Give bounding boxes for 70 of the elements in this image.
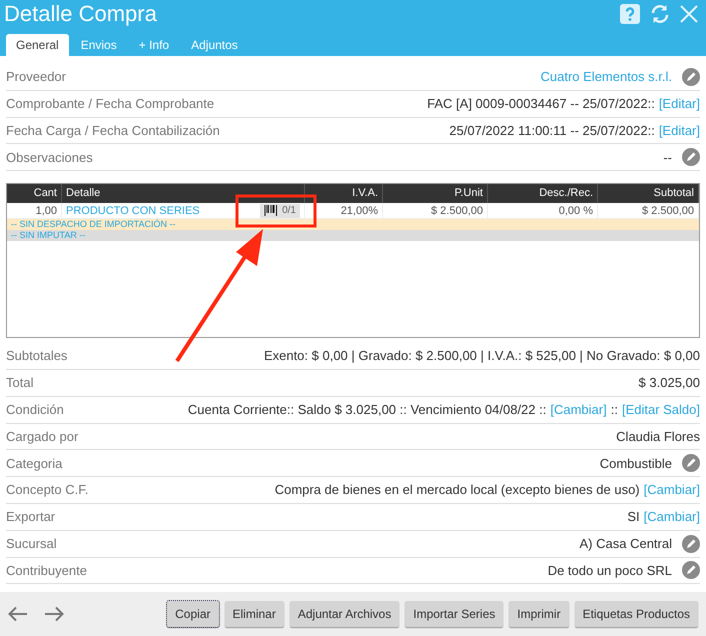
column-header: P.Unit	[383, 184, 488, 204]
column-header: Desc./Rec.	[488, 184, 598, 204]
field-label: Observaciones	[6, 148, 93, 167]
action-button[interactable]: Etiquetas Productos	[574, 601, 698, 627]
field-label: Comprobante / Fecha Comprobante	[6, 94, 214, 113]
field-label: Exportar	[6, 508, 56, 526]
note-row: -- SIN DESPACHO DE IMPORTACIÓN --	[7, 219, 699, 230]
edit-pencil-icon[interactable]	[682, 454, 700, 472]
product-link[interactable]: PRODUCTO CON SERIES	[66, 202, 200, 219]
action-button[interactable]: Imprimir	[509, 601, 569, 627]
field-value: SI	[627, 508, 640, 526]
field-link[interactable]: [Editar]	[658, 120, 700, 140]
field-value: Claudia Flores	[616, 428, 700, 446]
field-value: --	[663, 148, 672, 167]
field-value: Combustible	[600, 454, 672, 473]
table-cell: $ 2.500,00	[383, 203, 488, 218]
table-cell: 0,00 %	[488, 203, 598, 218]
edit-pencil-icon[interactable]	[682, 534, 700, 553]
column-header: Subtotal	[598, 184, 699, 204]
field-label: Fecha Carga / Fecha Contabilización	[6, 122, 220, 140]
field-value: $ 3.025,00	[638, 374, 700, 392]
field-label: Cargado por	[6, 428, 78, 446]
help-icon[interactable]	[620, 4, 640, 24]
field-value: Cuenta Corriente:: Saldo $ 3.025,00 :: Vencimiento 04/08/22 ::	[188, 400, 546, 419]
table-cell: 21,00%	[305, 203, 383, 218]
forward-arrow-icon[interactable]	[44, 606, 64, 622]
field-label: Condición	[6, 400, 64, 419]
note-row: -- SIN IMPUTAR --	[7, 230, 699, 242]
back-arrow-icon[interactable]	[8, 606, 28, 622]
field-value: A) Casa Central	[580, 534, 672, 553]
field-label: Categoria	[6, 454, 62, 473]
action-button[interactable]: Importar Series	[405, 601, 504, 627]
action-button[interactable]: Adjuntar Archivos	[290, 601, 400, 627]
field-link[interactable]: [Editar]	[658, 94, 700, 114]
action-button[interactable]: Eliminar	[224, 601, 284, 627]
field-label: Contribuyente	[6, 562, 87, 580]
column-header: Cant	[7, 184, 62, 204]
barcode-icon	[264, 205, 278, 216]
field-link[interactable]: [Cambiar]	[644, 507, 700, 527]
field-value: De todo un poco SRL	[548, 562, 672, 580]
table-cell: 1,00	[7, 203, 62, 218]
action-button[interactable]: Copiar	[167, 601, 218, 627]
field-value: Exento: $ 0,00 | Gravado: $ 2.500,00 | I.V.A.: $ 525,00 | No Gravado: $ 0,00	[264, 347, 700, 366]
field-label: Sucursal	[6, 534, 57, 553]
column-header: I.V.A.	[305, 184, 383, 204]
window-title: Detalle Compra	[4, 3, 157, 25]
refresh-icon[interactable]	[650, 4, 670, 24]
field-link[interactable]: [Cambiar]	[550, 400, 607, 420]
field-link[interactable]: [Editar Saldo]	[622, 400, 700, 420]
tab[interactable]: General	[6, 34, 69, 56]
edit-pencil-icon[interactable]	[682, 68, 700, 86]
field-value: ::	[610, 400, 618, 419]
field-link[interactable]: [Cambiar]	[644, 480, 700, 500]
column-header: Detalle	[62, 184, 305, 204]
edit-pencil-icon[interactable]	[682, 561, 700, 580]
edit-pencil-icon[interactable]	[682, 148, 700, 166]
field-label: Total	[6, 374, 34, 392]
field-label: Subtotales	[6, 347, 68, 366]
tab[interactable]: + Info	[128, 34, 180, 56]
field-label: Proveedor	[6, 68, 66, 86]
tab[interactable]: Adjuntos	[181, 34, 248, 56]
series-badge[interactable]: 0/1	[260, 204, 300, 218]
field-value: Compra de bienes en el mercado local (excepto bienes de uso)	[274, 481, 640, 500]
tab[interactable]: Envios	[70, 34, 127, 56]
field-value: 25/07/2022 11:00:11 -- 25/07/2022::	[449, 122, 655, 140]
field-label: Concepto C.F.	[6, 481, 88, 500]
field-link[interactable]: Cuatro Elementos s.r.l.	[540, 67, 672, 87]
field-value: FAC [A] 0009-00034467 -- 25/07/2022::	[427, 94, 655, 113]
close-icon[interactable]	[680, 5, 698, 23]
table-cell: $ 2.500,00	[598, 203, 699, 218]
